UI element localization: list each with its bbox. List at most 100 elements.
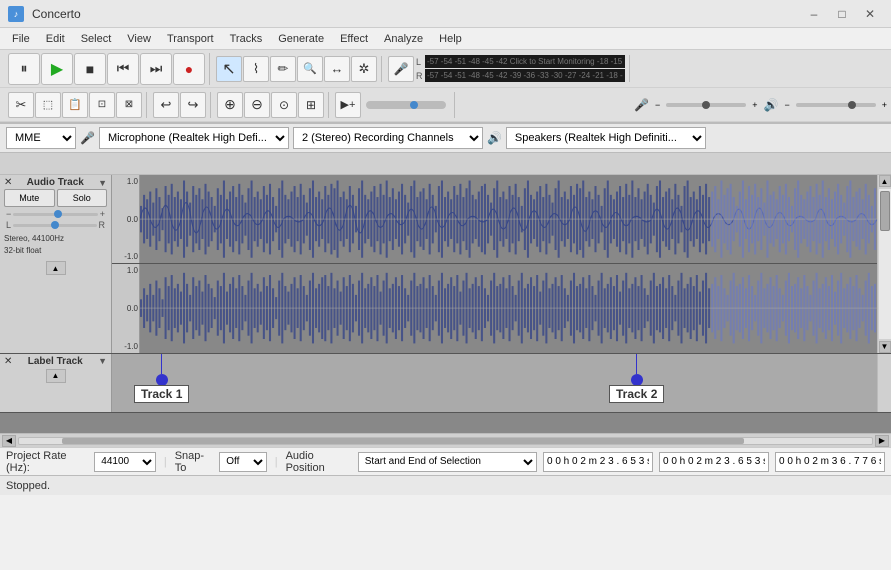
pan-slider[interactable]: [13, 224, 96, 227]
selection-mode-select[interactable]: Start and End of Selection: [358, 452, 537, 472]
playback-zoom-in-button[interactable]: ▶+: [335, 92, 361, 118]
record-button[interactable]: ●: [173, 53, 205, 85]
zoom-fit-button[interactable]: ⊞: [298, 92, 324, 118]
menu-select[interactable]: Select: [73, 31, 120, 47]
playback-speed-slider[interactable]: [366, 101, 446, 109]
tracks-wrapper: ✕ Audio Track ▼ Mute Solo − + L: [0, 175, 891, 433]
vu-r-label: R: [416, 71, 424, 81]
track2-label: Track 2: [609, 385, 664, 403]
vu-meter-left[interactable]: -57 -54 -51 -48 -45 -42 Click to Start M…: [425, 55, 625, 68]
y-axis-bottom: 1.0 0.0 -1.0: [112, 264, 140, 352]
redo-button[interactable]: ↪: [180, 92, 206, 118]
position-1-input[interactable]: [543, 452, 653, 472]
skip-back-button[interactable]: ⏮: [107, 53, 139, 85]
label-track-content[interactable]: Track 1 Track 2: [112, 354, 877, 413]
horizontal-scrollbar[interactable]: ◀ ▶: [0, 433, 891, 447]
vu-section: 🎤 L -57 -54 -51 -48 -45 -42 Click to Sta…: [384, 55, 630, 82]
toolbar-row-1: ⏸ ▶ ■ ⏮ ⏭ ● ↖ ⌇ ✏ 🔍 ↔ ✲ 🎤 L -57 -54 -51 …: [0, 50, 891, 88]
copy-button[interactable]: ⬚: [35, 92, 61, 118]
trim-button[interactable]: ⊡: [89, 92, 115, 118]
track1-marker: Track 1: [134, 354, 189, 413]
menu-effect[interactable]: Effect: [332, 31, 376, 47]
zoom-in-button[interactable]: ⊕: [217, 92, 243, 118]
track-dropdown-arrow[interactable]: ▼: [98, 178, 107, 188]
menu-help[interactable]: Help: [431, 31, 470, 47]
main-tracks-area: ✕ Audio Track ▼ Mute Solo − + L: [0, 175, 891, 433]
silence-button[interactable]: ⊠: [116, 92, 142, 118]
envelope-tool-button[interactable]: ⌇: [243, 56, 269, 82]
menu-generate[interactable]: Generate: [270, 31, 332, 47]
draw-tool-button[interactable]: ✏: [270, 56, 296, 82]
hscroll-left-button[interactable]: ◀: [2, 435, 16, 447]
waveform-channel-bottom: 1.0 0.0 -1.0: [112, 264, 877, 352]
mic-enable-button[interactable]: 🎤: [388, 56, 414, 82]
gain-slider[interactable]: [13, 213, 97, 216]
collapse-track-button[interactable]: ▲: [46, 261, 66, 275]
skip-fwd-button[interactable]: ⏭: [140, 53, 172, 85]
zoom-sel-button[interactable]: ⊙: [271, 92, 297, 118]
scroll-down-button[interactable]: ▼: [879, 341, 891, 353]
collapse-label-track-button[interactable]: ▲: [46, 369, 66, 383]
menu-edit[interactable]: Edit: [38, 31, 73, 47]
edit-section: ✂ ⬚ 📋 ⊡ ⊠: [4, 92, 147, 118]
hscroll-track[interactable]: [18, 437, 873, 445]
pause-button[interactable]: ⏸: [8, 53, 40, 85]
vu-meter-right[interactable]: -57 -54 -51 -48 -45 -42 -39 -36 -33 -30 …: [425, 69, 625, 82]
bottom-statusbar: Stopped.: [0, 475, 891, 495]
menu-analyze[interactable]: Analyze: [376, 31, 431, 47]
menu-view[interactable]: View: [119, 31, 159, 47]
menu-file[interactable]: File: [4, 31, 38, 47]
timeline-ruler[interactable]: ▼ -15 0 15 30 45 1:00 1:15 1:30 1:45 2:0…: [0, 153, 891, 175]
paste-button[interactable]: 📋: [62, 92, 88, 118]
output-device-select[interactable]: Speakers (Realtek High Definiti...: [506, 127, 706, 149]
y-max-bot: 1.0: [113, 266, 138, 275]
position-2-input[interactable]: [659, 452, 769, 472]
waveform-canvas-top[interactable]: [140, 175, 877, 263]
play-button[interactable]: ▶: [41, 53, 73, 85]
channels-select[interactable]: 2 (Stereo) Recording Channels: [293, 127, 483, 149]
input-device-select[interactable]: Microphone (Realtek High Defi...: [99, 127, 289, 149]
timeshift-tool-button[interactable]: ↔: [324, 56, 350, 82]
select-tool-button[interactable]: ↖: [216, 56, 242, 82]
menu-transport[interactable]: Transport: [159, 31, 222, 47]
track2-marker: Track 2: [609, 354, 664, 413]
multi-tool-button[interactable]: ✲: [351, 56, 377, 82]
hscroll-right-button[interactable]: ▶: [875, 435, 889, 447]
label-track-header: ✕ Label Track ▼ ▲: [0, 354, 112, 413]
scroll-track[interactable]: [879, 189, 891, 339]
input-vol-icon: 🎤: [634, 98, 649, 112]
maximize-button[interactable]: □: [829, 4, 855, 24]
close-button[interactable]: ✕: [857, 4, 883, 24]
input-vol-slider[interactable]: [666, 103, 746, 107]
vertical-scrollbar[interactable]: ▲ ▼: [877, 175, 891, 353]
solo-button[interactable]: Solo: [57, 189, 108, 207]
y-min-bot: -1.0: [113, 342, 138, 351]
pan-r: R: [99, 220, 106, 230]
menu-tracks[interactable]: Tracks: [222, 31, 271, 47]
undo-section: ↩ ↪: [149, 92, 211, 118]
label-track-dropdown[interactable]: ▼: [98, 356, 107, 366]
minimize-button[interactable]: –: [801, 4, 827, 24]
scroll-up-button[interactable]: ▲: [879, 175, 891, 187]
input-vol-plus: +: [752, 100, 757, 110]
gain-minus: −: [6, 209, 11, 219]
position-3-input[interactable]: [775, 452, 885, 472]
track-close-x[interactable]: ✕: [4, 177, 12, 188]
zoom-out-button[interactable]: ⊖: [244, 92, 270, 118]
waveform-canvas-bottom[interactable]: [140, 264, 877, 352]
statusbar: Project Rate (Hz): 44100 | Snap-To Off |…: [0, 447, 891, 475]
zoom-tool-button[interactable]: 🔍: [297, 56, 323, 82]
stop-button[interactable]: ■: [74, 53, 106, 85]
titlebar: ♪ Concerto – □ ✕: [0, 0, 891, 28]
output-vol-slider[interactable]: [796, 103, 876, 107]
vu-l-label: L: [416, 57, 424, 67]
label-track-close[interactable]: ✕: [4, 356, 12, 367]
undo-button[interactable]: ↩: [153, 92, 179, 118]
device-toolbar: MME 🎤 Microphone (Realtek High Defi... 2…: [0, 124, 891, 153]
cut-button[interactable]: ✂: [8, 92, 34, 118]
snap-to-label: Snap-To: [175, 450, 214, 474]
api-select[interactable]: MME: [6, 127, 76, 149]
mute-button[interactable]: Mute: [4, 189, 55, 207]
project-rate-select[interactable]: 44100: [94, 452, 156, 472]
snap-to-select[interactable]: Off: [219, 452, 266, 472]
